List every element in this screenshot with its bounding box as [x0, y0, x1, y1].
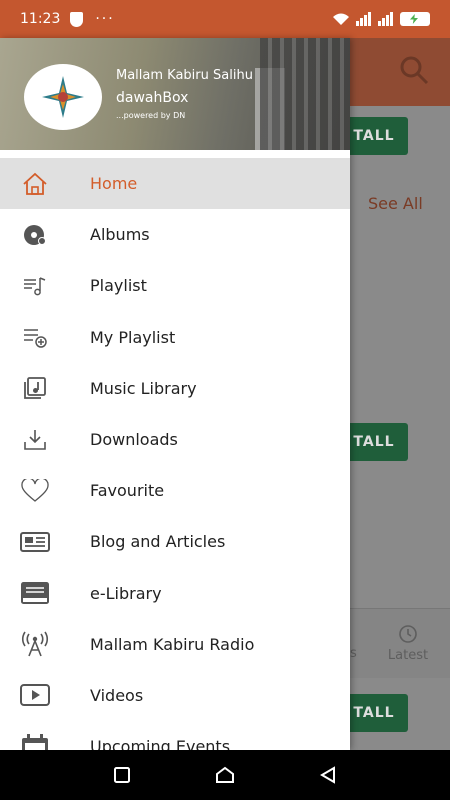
drawer-item-playlist[interactable]: Playlist: [0, 260, 350, 311]
drawer-item-downloads[interactable]: Downloads: [0, 414, 350, 465]
calendar-icon: [20, 733, 50, 750]
drawer-item-label: Upcoming Events: [90, 737, 231, 750]
drawer-item-albums[interactable]: Albums: [0, 209, 350, 260]
drawer-item-label: Albums: [90, 225, 150, 245]
drawer-item-upcoming-events[interactable]: Upcoming Events: [0, 721, 350, 750]
drawer-item-label: Favourite: [90, 481, 165, 501]
see-all-link: See All: [368, 194, 423, 213]
status-bar: 11:23 ···: [0, 0, 450, 38]
drawer-menu: Home Albums Playlist My Playlist Music L…: [0, 158, 350, 750]
drawer-item-e-library[interactable]: e-Library: [0, 568, 350, 619]
navigation-drawer: Mallam Kabiru Salihu dawahBox ...powered…: [0, 38, 350, 750]
signal-icon-2: [378, 12, 393, 26]
home-button[interactable]: [213, 763, 237, 787]
radio-tower-icon: [20, 631, 50, 657]
drawer-item-blog[interactable]: Blog and Articles: [0, 516, 350, 567]
header-powered-by: ...powered by DN: [116, 111, 186, 120]
background-tab-partial: s: [350, 646, 357, 661]
clock-icon: [399, 625, 417, 643]
drawer-item-music-library[interactable]: Music Library: [0, 363, 350, 414]
home-icon: [20, 171, 50, 197]
playlist-icon: [20, 273, 50, 299]
drawer-item-label: Mallam Kabiru Radio: [90, 634, 255, 654]
download-icon: [20, 427, 50, 453]
battery-icon: [400, 12, 430, 26]
recents-button[interactable]: [110, 763, 134, 787]
wifi-icon: [333, 13, 349, 25]
app-logo: [24, 64, 102, 130]
drawer-item-radio[interactable]: Mallam Kabiru Radio: [0, 619, 350, 670]
search-icon: [400, 56, 429, 85]
heart-icon: [20, 478, 50, 504]
music-library-icon: [20, 375, 50, 401]
drawer-item-label: Downloads: [90, 430, 178, 450]
playlist-add-icon: [20, 324, 50, 350]
logo-icon: [42, 76, 84, 118]
drawer-item-videos[interactable]: Videos: [0, 670, 350, 721]
drawer-item-label: Blog and Articles: [90, 532, 226, 552]
newspaper-icon: [20, 529, 50, 555]
book-icon: [20, 580, 50, 606]
drawer-item-label: Playlist: [90, 276, 147, 296]
install-button: TALL: [340, 423, 408, 461]
tab-latest: Latest: [383, 624, 433, 663]
header-user-name: Mallam Kabiru Salihu: [116, 68, 253, 83]
back-button[interactable]: [316, 763, 340, 787]
header-app-name: dawahBox: [116, 90, 189, 106]
more-notifications-icon: ···: [95, 11, 115, 27]
install-button: TALL: [340, 117, 408, 155]
recents-icon: [113, 767, 130, 783]
install-button: TALL: [340, 694, 408, 732]
status-time: 11:23: [20, 11, 61, 27]
home-nav-icon: [215, 766, 234, 783]
drawer-item-label: Videos: [90, 685, 144, 705]
drawer-item-favourite[interactable]: Favourite: [0, 465, 350, 516]
back-icon: [320, 766, 336, 784]
video-icon: [20, 682, 50, 708]
header-background-building: [260, 38, 350, 150]
tab-latest-label: Latest: [387, 648, 429, 663]
drawer-item-label: Home: [90, 174, 138, 194]
drawer-item-label: e-Library: [90, 583, 162, 603]
drawer-item-my-playlist[interactable]: My Playlist: [0, 312, 350, 363]
album-disc-icon: [20, 222, 50, 248]
drawer-header: Mallam Kabiru Salihu dawahBox ...powered…: [0, 38, 350, 150]
system-navigation-bar: [0, 750, 450, 800]
drawer-item-label: My Playlist: [90, 327, 176, 347]
drawer-item-home[interactable]: Home: [0, 158, 350, 210]
signal-icon: [356, 12, 371, 26]
drawer-item-label: Music Library: [90, 378, 197, 398]
shield-icon: [70, 11, 84, 27]
